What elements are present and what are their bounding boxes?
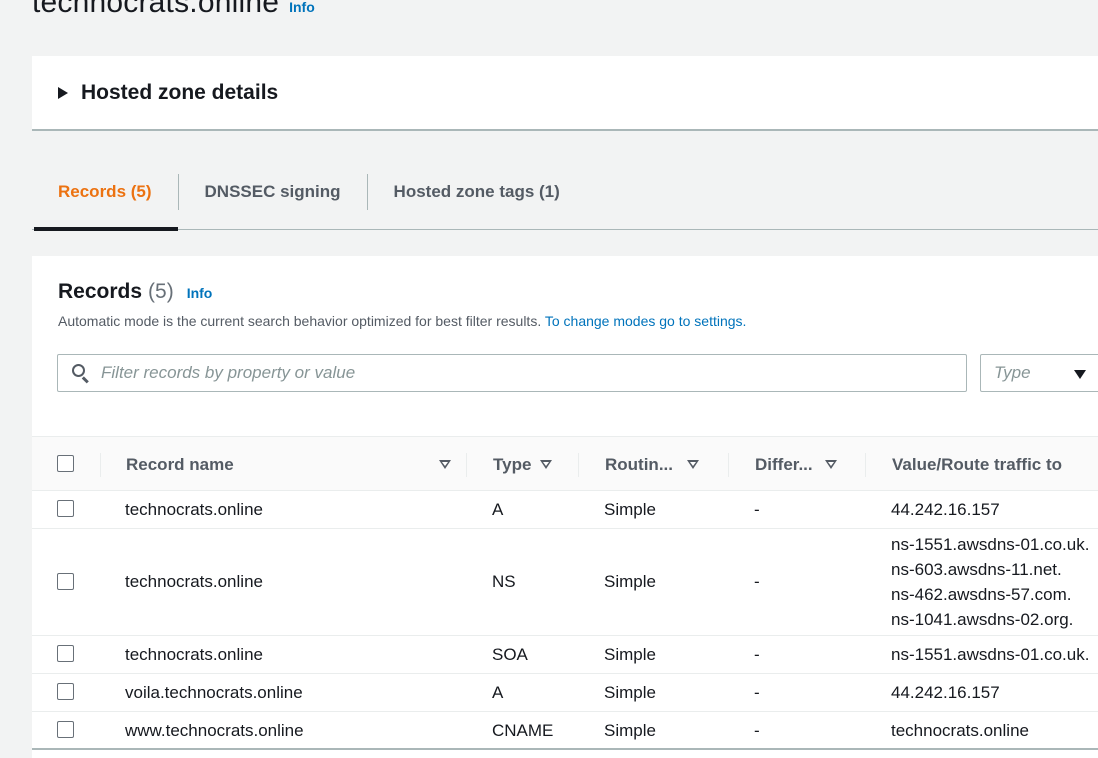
search-icon	[71, 363, 91, 384]
record-differ: -	[754, 721, 760, 740]
record-name: technocrats.online	[125, 500, 263, 519]
sort-icon	[686, 460, 699, 469]
column-label-value: Value/Route traffic to	[892, 454, 1063, 474]
column-divider	[578, 453, 579, 477]
search-mode-description: Automatic mode is the current search beh…	[58, 313, 746, 329]
column-header-value[interactable]: Value/Route traffic to	[892, 437, 1062, 492]
record-type: CNAME	[492, 721, 554, 740]
column-label-routing: Routin...	[605, 454, 673, 474]
record-value: ns-1551.awsdns-01.co.uk.	[891, 535, 1090, 554]
record-differ: -	[754, 683, 760, 702]
title-row: technocrats.online Info	[32, 0, 315, 20]
record-routing: Simple	[604, 572, 656, 591]
record-value: technocrats.online	[891, 721, 1029, 740]
record-type: A	[492, 500, 504, 519]
column-header-type[interactable]: Type	[493, 437, 553, 492]
record-value: ns-1551.awsdns-01.co.uk.	[891, 645, 1090, 664]
record-type: SOA	[492, 645, 528, 664]
tab-hosted-zone-tags[interactable]: Hosted zone tags (1)	[368, 155, 586, 229]
record-name: technocrats.online	[125, 572, 263, 591]
table-row[interactable]: www.technocrats.online CNAME Simple - te…	[32, 712, 1098, 750]
hosted-zone-details-expander[interactable]: Hosted zone details	[32, 56, 1098, 131]
column-header-differ[interactable]: Differ...	[755, 437, 837, 492]
records-count: (5)	[148, 280, 174, 303]
table-row[interactable]: voila.technocrats.online A Simple - 44.2…	[32, 674, 1098, 712]
record-routing: Simple	[604, 645, 656, 664]
caret-down-icon	[1074, 370, 1086, 379]
table-row[interactable]: technocrats.online SOA Simple - ns-1551.…	[32, 636, 1098, 674]
record-routing: Simple	[604, 721, 656, 740]
table-row[interactable]: technocrats.online NS Simple - ns-1551.a…	[32, 529, 1098, 636]
records-title: Records	[58, 280, 143, 303]
column-header-routing[interactable]: Routin...	[605, 437, 699, 492]
column-header-record-name[interactable]: Record name	[126, 437, 234, 492]
records-info-link[interactable]: Info	[187, 285, 213, 301]
column-divider	[728, 453, 729, 477]
row-checkbox[interactable]	[57, 573, 74, 590]
type-filter-placeholder: Type	[994, 363, 1031, 382]
record-differ: -	[754, 500, 760, 519]
record-routing: Simple	[604, 683, 656, 702]
record-name: voila.technocrats.online	[125, 683, 303, 702]
route53-hosted-zone-page: technocrats.online Info Hosted zone deta…	[0, 0, 1098, 758]
record-type: A	[492, 683, 504, 702]
table-header: Record name Type Routin... Differ... Val…	[32, 436, 1098, 491]
search-mode-text: Automatic mode is the current search beh…	[58, 313, 542, 329]
sort-icon	[540, 460, 553, 469]
column-divider	[100, 453, 101, 477]
hosted-zone-details-title: Hosted zone details	[81, 80, 279, 104]
column-divider	[865, 453, 866, 477]
record-differ: -	[754, 645, 760, 664]
record-value-list: ns-1551.awsdns-01.co.uk. ns-603.awsdns-1…	[891, 532, 1089, 632]
caret-right-icon	[58, 86, 68, 99]
page-info-link[interactable]: Info	[289, 0, 315, 15]
row-checkbox[interactable]	[57, 683, 74, 700]
record-value: ns-462.awsdns-57.com.	[891, 585, 1072, 604]
tab-records[interactable]: Records (5)	[32, 155, 178, 231]
record-value: 44.242.16.157	[891, 500, 1000, 519]
row-checkbox[interactable]	[57, 645, 74, 662]
record-type: NS	[492, 572, 516, 591]
sort-icon	[824, 460, 837, 469]
filter-records-input[interactable]	[101, 363, 941, 383]
record-value: ns-1041.awsdns-02.org.	[891, 610, 1074, 629]
records-table: Record name Type Routin... Differ... Val…	[32, 436, 1098, 750]
type-filter-select[interactable]: Type	[980, 354, 1098, 392]
record-differ: -	[754, 572, 760, 591]
record-name: technocrats.online	[125, 645, 263, 664]
column-label-differ: Differ...	[755, 454, 813, 474]
column-label-record-name: Record name	[126, 454, 234, 474]
tab-bar: Records (5) DNSSEC signing Hosted zone t…	[32, 155, 1098, 231]
column-divider	[466, 453, 467, 477]
sort-icon[interactable]	[439, 460, 451, 469]
record-value: ns-603.awsdns-11.net.	[891, 560, 1062, 579]
settings-link[interactable]: To change modes go to settings.	[545, 313, 747, 329]
filter-records-box[interactable]	[57, 354, 967, 392]
table-row[interactable]: technocrats.online A Simple - 44.242.16.…	[32, 491, 1098, 529]
record-value: 44.242.16.157	[891, 683, 1000, 702]
select-all-checkbox[interactable]	[57, 455, 74, 472]
records-panel: Records (5) Info Automatic mode is the c…	[32, 256, 1098, 758]
tab-dnssec-signing[interactable]: DNSSEC signing	[179, 155, 367, 229]
record-name: www.technocrats.online	[125, 721, 304, 740]
record-routing: Simple	[604, 500, 656, 519]
column-label-type: Type	[493, 454, 532, 474]
row-checkbox[interactable]	[57, 721, 74, 738]
page-title: technocrats.online	[32, 0, 280, 19]
row-checkbox[interactable]	[57, 500, 74, 517]
records-header: Records (5) Info	[58, 280, 212, 304]
